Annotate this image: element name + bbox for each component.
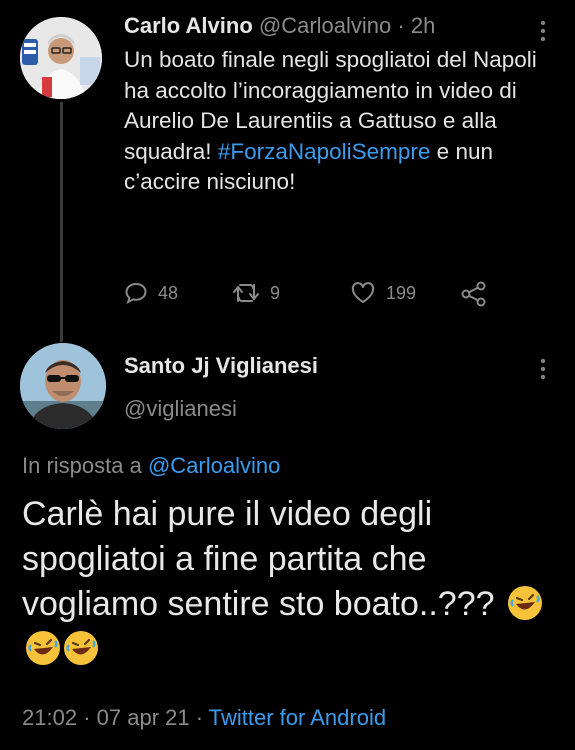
tweet2-text: Carlè hai pure il video degli spogliatoi… (22, 492, 562, 672)
tweet1-retweet-action[interactable]: 9 (232, 281, 280, 305)
tweet2-separator: · (83, 705, 91, 730)
tweet1-separator: · (397, 13, 405, 38)
avatar-carlo-alvino[interactable] (20, 17, 102, 99)
tweet1-text: Un boato finale negli spogliatoi del Nap… (124, 45, 554, 198)
tweet1-like-action[interactable]: 199 (350, 281, 416, 305)
avatar-santo-viglianesi[interactable] (20, 343, 106, 429)
retweet-icon (232, 281, 260, 305)
tweet1-hashtag[interactable]: #ForzaNapoliSempre (218, 139, 431, 164)
rolling-laughing-emoji-icon (64, 631, 98, 665)
tweet2-source-link[interactable]: Twitter for Android (209, 705, 386, 730)
share-icon (460, 281, 488, 307)
tweet2-author-name[interactable]: Santo Jj Viglianesi (124, 353, 318, 379)
tweet2-meta: 21:02 · 07 apr 21 · Twitter for Android (22, 705, 386, 731)
tweet1-header: Carlo Alvino @Carloalvino · 2h (124, 13, 435, 39)
reply-mention-link[interactable]: @Carloalvino (148, 453, 280, 478)
kebab-menu-icon[interactable] (536, 358, 550, 380)
thread-connector-line (60, 102, 63, 342)
tweet1-time: 2h (410, 13, 436, 38)
tweet2-date: 07 apr 21 (96, 705, 190, 730)
tweet2-author-handle[interactable]: @viglianesi (124, 396, 237, 422)
tweet2-separator: · (195, 705, 204, 730)
tweet1-reply-action[interactable]: 48 (124, 281, 178, 305)
tweet1-reply-count: 48 (158, 282, 179, 303)
tweet2-time: 21:02 (22, 705, 78, 730)
tweet1-author-handle[interactable]: @Carloalvino (259, 13, 391, 38)
tweet2-text-content: Carlè hai pure il video degli spogliatoi… (22, 495, 495, 623)
tweet1-share-action[interactable] (460, 281, 488, 307)
tweet1-retweet-count: 9 (270, 282, 281, 303)
rolling-laughing-emoji-icon (26, 631, 60, 665)
tweet1-author-name[interactable]: Carlo Alvino (124, 13, 253, 38)
kebab-menu-icon[interactable] (536, 20, 550, 42)
like-icon (350, 281, 376, 305)
rolling-laughing-emoji-icon (507, 586, 542, 620)
reply-context: In risposta a @Carloalvino (22, 453, 280, 479)
tweet1-like-count: 199 (386, 282, 417, 303)
reply-icon (124, 281, 148, 305)
reply-prefix: In risposta a (22, 453, 142, 478)
